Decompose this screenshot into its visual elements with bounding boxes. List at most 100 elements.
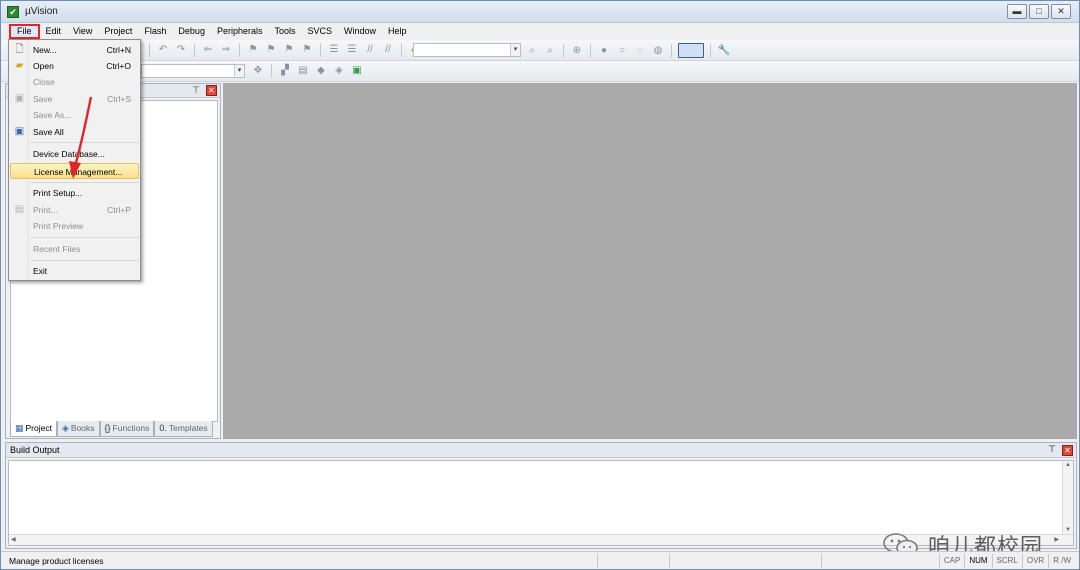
uvision-window: ✔ µVision ▬ □ ✕ File Edit View Project F… <box>0 0 1080 570</box>
manage-components-icon[interactable]: ▞ <box>278 64 292 78</box>
menu-item-close[interactable]: Close <box>10 74 139 90</box>
scroll-right-icon[interactable]: ▶ <box>1054 535 1059 545</box>
menu-item-shortcut: Ctrl+N <box>106 45 131 55</box>
select-software-packs-icon[interactable]: ◆ <box>314 64 328 78</box>
navigate-forward-icon[interactable]: ⇒ <box>219 43 233 57</box>
menu-item-open[interactable]: ▰ Open Ctrl+O <box>10 58 139 74</box>
bookmark-icon[interactable]: ⚑ <box>246 43 260 57</box>
target-combo[interactable]: ▾ <box>141 64 245 78</box>
toolbar-separator <box>563 43 564 58</box>
project-icon: ▦ <box>15 423 24 433</box>
menu-flash[interactable]: Flash <box>138 24 172 39</box>
status-divider <box>821 554 822 568</box>
window-layout-button[interactable] <box>678 43 704 58</box>
breakpoint-disable-icon[interactable]: ○ <box>615 44 629 58</box>
build-output-panel: Build Output ⊤ ✕ ▲ ▼ ◀ ▶ 咱儿都校园 <box>5 442 1077 560</box>
edit-toolbar-icons: ↶ ↷ ⇐ ⇒ ⚑ ⚑ ⚑ ⚑ ☰ ☰ // // ▰ <box>147 43 422 57</box>
navigate-back-icon[interactable]: ⇐ <box>201 43 215 57</box>
toolbar-separator <box>671 43 672 58</box>
menu-item-save[interactable]: ▣ Save Ctrl+S <box>10 91 139 107</box>
bookmark-prev-icon[interactable]: ⚑ <box>264 43 278 57</box>
menu-item-new[interactable]: 🗋 New... Ctrl+N <box>10 42 139 58</box>
debug-zoom-icon[interactable]: ⊕ <box>570 44 584 58</box>
menu-item-print-setup[interactable]: Print Setup... <box>10 185 139 201</box>
uncomment-icon[interactable]: // <box>381 43 395 57</box>
pack-installer-icon[interactable]: ◈ <box>332 64 346 78</box>
menu-bar: File Edit View Project Flash Debug Perip… <box>1 23 1079 40</box>
editor-area[interactable] <box>223 83 1077 439</box>
target-toolbar-icons: ✥ ▞ ▤ ◆ ◈ ▣ <box>251 64 364 78</box>
breakpoint-clear-icon[interactable]: ◍ <box>651 44 665 58</box>
minimize-button[interactable]: ▬ <box>1007 4 1027 19</box>
status-divider <box>669 554 670 568</box>
panel-close-icon[interactable]: ✕ <box>1062 445 1073 456</box>
tab-functions[interactable]: {} Functions <box>99 421 155 437</box>
menu-item-label: Print Setup... <box>33 188 83 198</box>
toolbar-separator <box>149 43 150 57</box>
build-toolbar: ▾ ✥ ▞ ▤ ◆ ◈ ▣ <box>1 61 1079 82</box>
menu-item-license-management[interactable]: License Management... <box>10 163 139 179</box>
menu-project[interactable]: Project <box>98 24 138 39</box>
window-title: µVision <box>25 6 58 17</box>
scroll-down-icon[interactable]: ▼ <box>1063 527 1073 533</box>
menu-item-save-as[interactable]: Save As... <box>10 107 139 123</box>
indent-icon[interactable]: ☰ <box>327 43 341 57</box>
tab-templates[interactable]: 0. Templates <box>154 421 213 437</box>
menu-item-save-all[interactable]: ▣ Save All <box>10 124 139 140</box>
breakpoint-kill-icon[interactable]: ◌ <box>633 44 647 58</box>
menu-item-label: License Management... <box>34 167 123 177</box>
scroll-up-icon[interactable]: ▲ <box>1063 462 1073 468</box>
menu-tools[interactable]: Tools <box>268 24 301 39</box>
menu-help[interactable]: Help <box>382 24 413 39</box>
pin-icon[interactable]: ⊤ <box>192 85 200 96</box>
menu-edit[interactable]: Edit <box>40 24 68 39</box>
maximize-icon: □ <box>1036 6 1042 16</box>
menu-item-print[interactable]: ▤ Print... Ctrl+P <box>10 202 139 218</box>
status-bar: Manage product licenses CAP NUM SCRL OVR… <box>1 551 1079 569</box>
ovr-indicator: OVR <box>1021 554 1048 568</box>
scroll-left-icon[interactable]: ◀ <box>11 535 16 545</box>
cap-indicator: CAP <box>938 554 964 568</box>
bookmark-next-icon[interactable]: ⚑ <box>282 43 296 57</box>
redo-icon[interactable]: ↷ <box>174 43 188 57</box>
search-toolbar-icons: ⌕ ⌕ ⊕ ● ○ ◌ ◍ 🔧 <box>525 43 731 58</box>
menu-peripherals[interactable]: Peripherals <box>211 24 269 39</box>
configure-tools-icon[interactable]: 🔧 <box>717 44 731 58</box>
undo-icon[interactable]: ↶ <box>156 43 170 57</box>
tab-project[interactable]: ▦ Project <box>10 421 57 437</box>
menu-view[interactable]: View <box>67 24 98 39</box>
menu-file[interactable]: File <box>9 24 40 39</box>
menu-item-label: Save All <box>33 127 64 137</box>
window-controls: ▬ □ ✕ <box>1007 4 1071 19</box>
close-window-button[interactable]: ✕ <box>1051 4 1071 19</box>
target-options-icon[interactable]: ✥ <box>251 64 265 78</box>
tab-books[interactable]: ◈ Books <box>56 421 100 437</box>
vertical-scrollbar[interactable]: ▲ ▼ <box>1062 461 1073 534</box>
incremental-find-icon[interactable]: ⌕ <box>543 44 557 58</box>
find-icon[interactable]: ⌕ <box>525 44 539 58</box>
functions-icon: {} <box>104 423 111 433</box>
run-time-environment-icon[interactable]: ▣ <box>350 64 364 78</box>
status-message: Manage product licenses <box>9 556 104 566</box>
maximize-button[interactable]: □ <box>1029 4 1049 19</box>
comment-icon[interactable]: // <box>363 43 377 57</box>
breakpoint-icon[interactable]: ● <box>597 44 611 58</box>
title-bar: ✔ µVision ▬ □ ✕ <box>1 1 1079 23</box>
menu-separator <box>31 142 139 143</box>
panel-close-icon[interactable]: ✕ <box>206 85 217 96</box>
menu-item-print-preview[interactable]: Print Preview <box>10 218 139 234</box>
file-extensions-icon[interactable]: ▤ <box>296 64 310 78</box>
unindent-icon[interactable]: ☰ <box>345 43 359 57</box>
menu-window[interactable]: Window <box>338 24 382 39</box>
menu-item-device-database[interactable]: Device Database... <box>10 146 139 162</box>
menu-item-recent-files[interactable]: Recent Files <box>10 241 139 257</box>
menu-item-shortcut: Ctrl+O <box>106 61 131 71</box>
build-output-text[interactable]: ▲ ▼ ◀ ▶ 咱儿都校园 <box>8 460 1074 560</box>
bookmark-clear-icon[interactable]: ⚑ <box>300 43 314 57</box>
menu-svcs[interactable]: SVCS <box>302 24 339 39</box>
find-combo[interactable]: ▾ <box>413 43 521 57</box>
menu-item-label: Print Preview <box>33 221 84 231</box>
pin-icon[interactable]: ⊤ <box>1048 444 1056 455</box>
menu-debug[interactable]: Debug <box>172 24 211 39</box>
menu-item-exit[interactable]: Exit <box>10 263 139 279</box>
